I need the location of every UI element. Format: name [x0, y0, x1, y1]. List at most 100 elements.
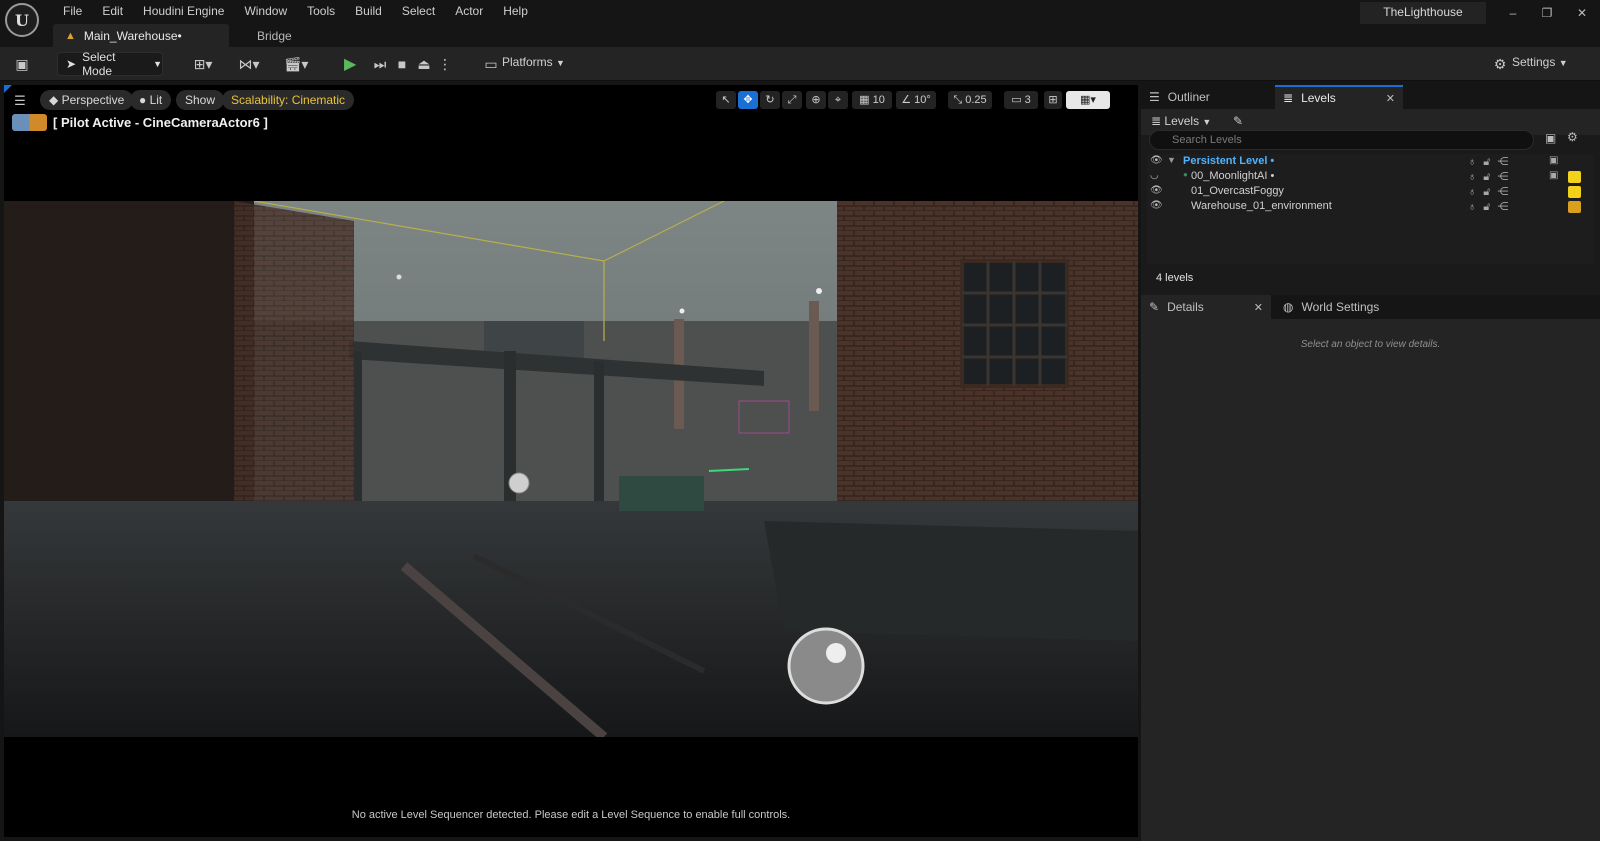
sublevel-dot-icon: ● [1183, 170, 1188, 179]
level-row[interactable]: 👁︎ Warehouse_01_environment ♁🔓︎⋲ [1147, 200, 1594, 215]
menu-help[interactable]: Help [493, 2, 538, 20]
light-gizmo[interactable] [508, 472, 530, 494]
levels-dropdown[interactable]: ≣ Levels ▼ [1151, 114, 1211, 128]
level-color-swatch[interactable] [1568, 171, 1581, 183]
logo-letter: U [15, 10, 29, 30]
menu-actor[interactable]: Actor [445, 2, 493, 20]
eject-icon[interactable]: ⏏︎ [416, 55, 432, 73]
platforms-dropdown[interactable]: Platforms ▼ [502, 55, 565, 69]
loading-dock [764, 521, 1138, 641]
world-space-icon[interactable]: ⊕ [806, 91, 826, 109]
scalability-button[interactable]: Scalability: Cinematic [222, 90, 355, 110]
sphere-reflection-capture[interactable] [787, 627, 865, 705]
grid-snap-value: 10 [872, 94, 885, 106]
menu-file[interactable]: File [53, 2, 92, 20]
more-options-icon[interactable]: ⋮ [438, 55, 452, 73]
tab-bridge[interactable]: Bridge [229, 24, 304, 47]
step-icon[interactable]: ⏭︎ [372, 55, 388, 73]
visibility-hidden-icon[interactable]: ◡ [1150, 170, 1159, 181]
visibility-eye-icon[interactable]: 👁︎ [1150, 155, 1163, 166]
select-tool-icon[interactable]: ↖ [716, 91, 736, 109]
translate-tool-icon[interactable]: ✥ [738, 91, 758, 109]
level-lock-icons[interactable]: ♁🔓︎⋲ [1468, 200, 1515, 214]
scale-snap-value: 0.25 [965, 94, 987, 106]
scale-tool-icon[interactable]: ⤢ [782, 91, 802, 109]
tab-main-warehouse[interactable]: ▲ Main_Warehouse• [53, 24, 229, 47]
stop-icon[interactable]: ■ [394, 55, 410, 73]
show-label: Show [185, 93, 216, 107]
close-levels-tab-icon[interactable]: ✕ [1386, 92, 1395, 105]
hamburger-menu-icon[interactable]: ☰ [12, 92, 28, 110]
restore-button[interactable]: ❐ [1537, 4, 1557, 22]
details-tabs: ✎ Details ✕ ◍ World Settings [1141, 295, 1600, 319]
play-icon[interactable]: ▶ [344, 54, 356, 74]
unreal-logo-icon[interactable]: U [5, 3, 39, 37]
save-icon[interactable]: ▣ [12, 55, 32, 73]
level-lock-icons[interactable]: ♁🔓︎⋲ [1468, 185, 1515, 199]
close-details-tab-icon[interactable]: ✕ [1254, 301, 1263, 314]
edit-pencil-icon[interactable]: ✎ [1233, 114, 1243, 128]
perspective-label: Perspective [61, 93, 125, 107]
rotation-snap-control[interactable]: ∠ 10° [896, 91, 936, 109]
details-tab-label: Details [1167, 300, 1204, 314]
platforms-label: Platforms [502, 55, 553, 69]
level-viewport[interactable]: ☰ ◆ Perspective ● Lit Show Scalability: … [4, 85, 1138, 837]
level-color-swatch[interactable] [1568, 186, 1581, 198]
point-light[interactable] [396, 274, 402, 280]
document-tabs: ▲ Main_Warehouse• Bridge [53, 24, 304, 47]
cinematics-icon[interactable]: 🎬︎▾ [282, 55, 310, 73]
camera-speed-control[interactable]: ▭ 3 [1004, 91, 1038, 109]
close-button[interactable]: ✕ [1572, 4, 1592, 22]
point-light-3[interactable] [679, 308, 685, 314]
level-save-icon[interactable]: ▣ [1549, 155, 1558, 166]
maximize-viewport-icon[interactable]: ⊞ [1044, 91, 1062, 109]
level-save-icon[interactable]: ▣ [1549, 170, 1558, 181]
expand-arrow-icon[interactable]: ▼ [1167, 155, 1176, 165]
add-actor-icon[interactable]: ⊞▾ [190, 55, 216, 73]
levels-settings-gear-icon[interactable]: ⚙ [1567, 130, 1578, 144]
level-lock-icons[interactable]: ♁🔓︎⋲ [1468, 170, 1515, 184]
details-empty-hint: Select an object to view details. [1300, 339, 1441, 350]
surface-snap-icon[interactable]: ⌖ [828, 91, 848, 109]
main-toolbar: ▣ ➤ Select Mode ▼ ⊞▾ ⋈▾ 🎬︎▾ ▶ ⏭︎ ■ ⏏︎ ⋮ … [0, 47, 1600, 81]
level-lock-icons[interactable]: ♁🔓︎⋲ [1468, 155, 1515, 169]
sequencer-message: No active Level Sequencer detected. Plea… [351, 809, 791, 821]
scale-snap-control[interactable]: ⤡ 0.25 [948, 91, 992, 109]
visibility-eye-icon[interactable]: 👁︎ [1150, 185, 1163, 196]
menu-houdini-engine[interactable]: Houdini Engine [133, 2, 234, 20]
settings-dropdown[interactable]: Settings ▼ [1512, 55, 1568, 69]
platforms-icon: ▭ [484, 56, 498, 72]
menu-build[interactable]: Build [345, 2, 392, 20]
blueprint-icon[interactable]: ⋈▾ [235, 55, 263, 73]
select-mode-dropdown[interactable]: ➤ Select Mode ▼ [57, 50, 163, 78]
tab-details[interactable]: ✎ Details ✕ [1141, 295, 1271, 319]
menu-edit[interactable]: Edit [92, 2, 133, 20]
steel-column [504, 351, 516, 521]
tab-world-settings[interactable]: ◍ World Settings [1275, 295, 1475, 319]
perspective-button[interactable]: ◆ Perspective [40, 90, 134, 110]
level-row[interactable]: 👁︎ ▼ Persistent Level • ♁🔓︎⋲ ▣ [1147, 155, 1594, 170]
menu-select[interactable]: Select [392, 2, 445, 20]
lit-button[interactable]: ● Lit [130, 90, 172, 110]
tab-outliner[interactable]: ☰ Outliner [1141, 85, 1271, 109]
visibility-eye-icon[interactable]: 👁︎ [1150, 200, 1163, 211]
world-settings-tab-label: World Settings [1301, 300, 1380, 314]
details-pencil-icon: ✎ [1149, 300, 1160, 314]
show-button[interactable]: Show [176, 90, 225, 110]
add-level-folder-icon[interactable]: ▣ [1545, 131, 1556, 145]
globe-icon: ◍ [1283, 300, 1294, 314]
menu-window[interactable]: Window [234, 2, 297, 20]
level-row[interactable]: 👁︎ 01_OvercastFoggy ♁🔓︎⋲ [1147, 185, 1594, 200]
levels-icon: ≣ [1283, 91, 1294, 105]
level-color-swatch[interactable] [1568, 201, 1581, 213]
point-light-2[interactable] [816, 288, 822, 294]
level-row[interactable]: ◡ ● 00_MoonlightAI • ♁🔓︎⋲ ▣ [1147, 170, 1594, 185]
rotate-tool-icon[interactable]: ↻ [760, 91, 780, 109]
minimize-button[interactable]: – [1503, 4, 1523, 22]
menu-tools[interactable]: Tools [297, 2, 345, 20]
layout-grid-icon[interactable]: ▦▾ [1066, 91, 1110, 109]
camera-pilot-icon[interactable] [12, 113, 47, 131]
search-levels-input[interactable]: Search Levels [1149, 130, 1534, 150]
grid-snap-control[interactable]: ▦ 10 [852, 91, 892, 109]
tab-levels[interactable]: ≣ Levels ✕ [1275, 85, 1403, 109]
